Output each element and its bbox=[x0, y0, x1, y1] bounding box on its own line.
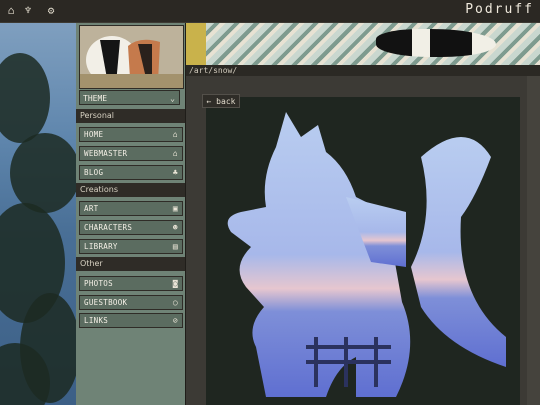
nav-item-blog[interactable]: BLOG ♣ bbox=[79, 165, 183, 180]
avatar-badgers-image bbox=[79, 25, 184, 89]
nav-label: ART bbox=[84, 204, 99, 213]
nav-item-characters[interactable]: CHARACTERS ☻ bbox=[79, 220, 183, 235]
gear-icon[interactable]: ⚙ bbox=[44, 4, 58, 18]
people-icon: ☻ bbox=[172, 223, 178, 232]
top-bar: ⌂ ♆ ⚙ Podruff bbox=[0, 0, 540, 23]
nav-label: WEBMASTER bbox=[84, 149, 128, 158]
sidebar: THEME ⌄ Personal HOME ⌂ WEBMASTER ⌂ BLOG… bbox=[76, 23, 185, 405]
nav-item-library[interactable]: LIBRARY ▤ bbox=[79, 239, 183, 254]
house-icon: ⌂ bbox=[172, 149, 178, 158]
site-title: Podruff bbox=[465, 2, 534, 17]
nav-item-home[interactable]: HOME ⌂ bbox=[79, 127, 183, 142]
nav-item-photos[interactable]: PHOTOS ◙ bbox=[79, 276, 183, 291]
section-other: Other bbox=[76, 257, 185, 271]
paperclip-icon: ⊘ bbox=[172, 316, 178, 325]
nav-label: HOME bbox=[84, 130, 104, 139]
header-banner-image bbox=[186, 23, 540, 65]
home-icon: ⌂ bbox=[172, 130, 178, 139]
section-creations: Creations bbox=[76, 183, 185, 197]
nav-label: LIBRARY bbox=[84, 242, 118, 251]
section-personal: Personal bbox=[76, 109, 185, 123]
nav-item-webmaster[interactable]: WEBMASTER ⌂ bbox=[79, 146, 183, 161]
breadcrumb-path: /art/snow/ bbox=[186, 65, 540, 76]
nav-label: BLOG bbox=[84, 168, 104, 177]
leaf-icon: ♣ bbox=[172, 168, 178, 177]
camera-icon: ◙ bbox=[172, 279, 178, 288]
tooth-icon[interactable]: ♆ bbox=[21, 4, 35, 18]
chevron-down-icon: ⌄ bbox=[170, 94, 175, 103]
back-button[interactable]: ← back bbox=[202, 94, 240, 108]
book-icon: ▤ bbox=[172, 242, 178, 251]
nav-item-guestbook[interactable]: GUESTBOOK ○ bbox=[79, 295, 183, 310]
scrollbar-track[interactable] bbox=[527, 76, 540, 405]
theme-select[interactable]: THEME ⌄ bbox=[79, 90, 180, 105]
nav-label: GUESTBOOK bbox=[84, 298, 128, 307]
nav-item-links[interactable]: LINKS ⊘ bbox=[79, 313, 183, 328]
background-tree-photo bbox=[0, 23, 76, 405]
nav-label: LINKS bbox=[84, 316, 109, 325]
nav-label: CHARACTERS bbox=[84, 223, 133, 232]
image-icon: ▣ bbox=[172, 204, 178, 213]
theme-label: THEME bbox=[83, 94, 108, 103]
chat-icon: ○ bbox=[172, 298, 178, 307]
nav-label: PHOTOS bbox=[84, 279, 113, 288]
home-icon[interactable]: ⌂ bbox=[4, 4, 18, 18]
artwork-snow-image bbox=[206, 97, 520, 405]
nav-item-art[interactable]: ART ▣ bbox=[79, 201, 183, 216]
